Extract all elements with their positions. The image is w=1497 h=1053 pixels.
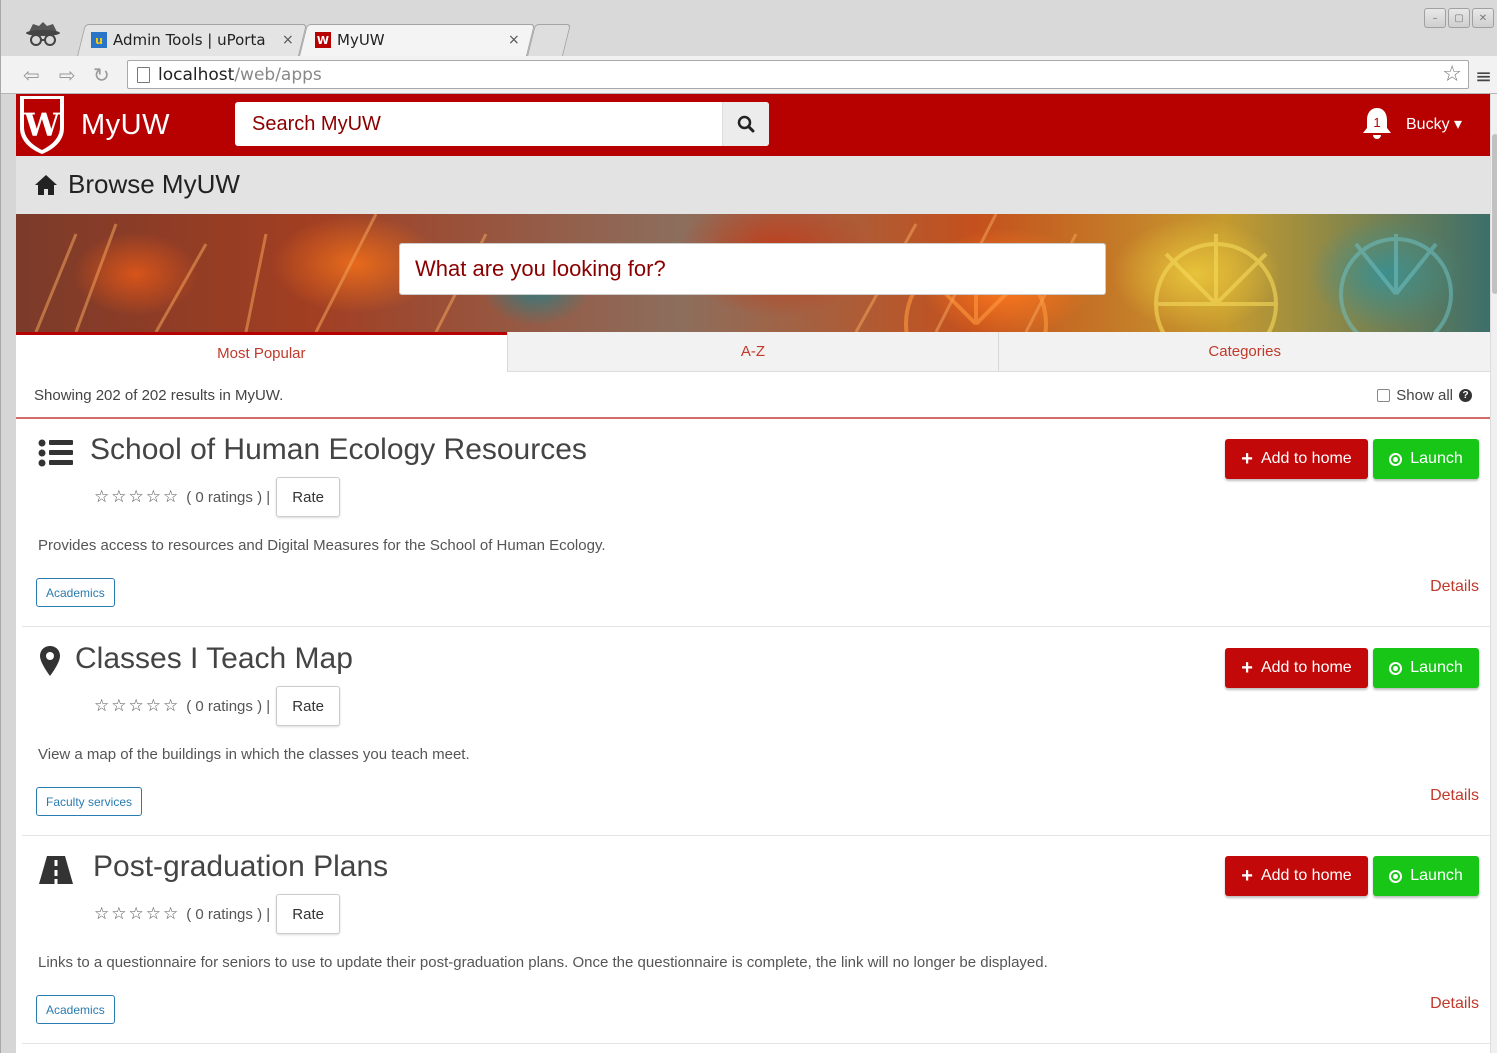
- app-rating: ☆☆☆☆☆ ( 0 ratings ) | Rate: [94, 477, 341, 517]
- browse-tabs: Most Popular A-Z Categories: [16, 332, 1490, 372]
- browser-menu-icon[interactable]: ≡: [1475, 64, 1492, 88]
- home-icon: [35, 175, 57, 195]
- category-tag[interactable]: Faculty services: [36, 787, 143, 816]
- details-link[interactable]: Details: [1430, 578, 1479, 596]
- app-title[interactable]: Post-graduation Plans: [93, 850, 388, 884]
- uportal-favicon: u: [91, 32, 107, 48]
- app-rating: ☆☆☆☆☆ ( 0 ratings ) | Rate: [94, 686, 341, 726]
- close-tab-icon[interactable]: ×: [282, 32, 294, 48]
- app-listing: Post-graduation Plans ☆☆☆☆☆ ( 0 ratings …: [22, 836, 1490, 1044]
- site-header: W MyUW 1 Bucky ▾: [16, 94, 1490, 156]
- page-viewport: W MyUW 1 Bucky ▾: [16, 94, 1490, 1053]
- rating-stars-icon[interactable]: ☆☆☆☆☆: [94, 487, 180, 507]
- search-button[interactable]: [722, 102, 769, 146]
- url-path: /web/apps: [234, 64, 322, 85]
- road-icon: [39, 856, 73, 884]
- add-to-home-button[interactable]: + Add to home: [1225, 648, 1368, 688]
- rate-button[interactable]: Rate: [276, 477, 341, 517]
- header-search: [235, 102, 769, 146]
- list-icon: [38, 439, 73, 467]
- launch-button[interactable]: Launch: [1373, 439, 1479, 479]
- rating-count: ( 0 ratings ) |: [186, 697, 271, 715]
- page-icon: [137, 67, 150, 83]
- hero-banner: [16, 214, 1490, 332]
- plus-icon: +: [1241, 865, 1253, 887]
- app-rating: ☆☆☆☆☆ ( 0 ratings ) | Rate: [94, 894, 341, 934]
- uw-crest-logo[interactable]: W: [16, 94, 68, 156]
- show-all-checkbox[interactable]: [1377, 389, 1391, 402]
- add-to-home-button[interactable]: + Add to home: [1225, 439, 1368, 479]
- details-link[interactable]: Details: [1430, 787, 1479, 805]
- results-bar: Showing 202 of 202 results in MyUW. Show…: [16, 372, 1490, 419]
- map-marker-icon: [40, 646, 60, 676]
- user-menu[interactable]: Bucky ▾: [1406, 114, 1462, 134]
- plus-icon: +: [1241, 657, 1253, 679]
- show-all-label: Show all: [1396, 387, 1453, 404]
- scroll-thumb[interactable]: [1492, 134, 1497, 294]
- tab-most-popular[interactable]: Most Popular: [16, 332, 507, 372]
- brand-name[interactable]: MyUW: [81, 109, 170, 142]
- plus-icon: +: [1241, 448, 1253, 470]
- browser-window: u Admin Tools | uPorta × W MyUW × – ▢ ✕ …: [0, 0, 1497, 1053]
- minimize-icon[interactable]: –: [1424, 8, 1446, 28]
- rating-stars-icon[interactable]: ☆☆☆☆☆: [94, 696, 180, 716]
- back-icon[interactable]: ⇦: [23, 63, 40, 87]
- rating-count: ( 0 ratings ) |: [186, 905, 271, 923]
- notification-count: 1: [1373, 115, 1380, 130]
- rating-count: ( 0 ratings ) |: [186, 488, 271, 506]
- launch-button[interactable]: Launch: [1373, 856, 1479, 896]
- page-titlebar: Browse MyUW: [16, 156, 1490, 214]
- app-description: Links to a questionnaire for seniors to …: [38, 954, 1048, 971]
- url-host: localhost: [158, 64, 235, 85]
- launch-icon: [1389, 869, 1403, 883]
- tab-categories[interactable]: Categories: [998, 332, 1490, 372]
- search-icon: [737, 115, 755, 133]
- launch-icon: [1389, 661, 1403, 675]
- app-description: Provides access to resources and Digital…: [38, 537, 606, 554]
- app-listing: Classes I Teach Map ☆☆☆☆☆ ( 0 ratings ) …: [22, 628, 1490, 836]
- address-bar[interactable]: localhost/web/apps ☆: [127, 60, 1469, 89]
- app-search-input[interactable]: [399, 243, 1106, 295]
- category-tag[interactable]: Academics: [36, 995, 115, 1024]
- page-title: Browse MyUW: [68, 169, 240, 199]
- bookmark-star-icon[interactable]: ☆: [1442, 62, 1462, 87]
- category-tag[interactable]: Academics: [36, 578, 115, 607]
- new-tab-button[interactable]: [527, 24, 571, 56]
- close-window-icon[interactable]: ✕: [1472, 8, 1494, 28]
- app-title[interactable]: School of Human Ecology Resources: [90, 433, 587, 467]
- notification-bell-icon[interactable]: 1: [1361, 106, 1393, 140]
- app-listing: School of Human Ecology Resources ☆☆☆☆☆ …: [22, 419, 1490, 627]
- tab-a-z[interactable]: A-Z: [506, 332, 999, 372]
- help-icon[interactable]: ?: [1459, 389, 1472, 402]
- browser-toolbar: ⇦ ⇨ ↻ localhost/web/apps ☆ ≡: [1, 56, 1497, 94]
- rate-button[interactable]: Rate: [276, 686, 341, 726]
- search-input[interactable]: [235, 102, 722, 146]
- maximize-icon[interactable]: ▢: [1448, 8, 1470, 28]
- launch-button[interactable]: Launch: [1373, 648, 1479, 688]
- show-all-toggle[interactable]: Show all ?: [1377, 387, 1472, 404]
- launch-icon: [1389, 452, 1403, 466]
- add-to-home-button[interactable]: + Add to home: [1225, 856, 1368, 896]
- incognito-icon: [26, 22, 60, 46]
- tab-strip: u Admin Tools | uPorta × W MyUW × – ▢ ✕: [1, 0, 1497, 56]
- app-description: View a map of the buildings in which the…: [38, 746, 470, 763]
- reload-icon[interactable]: ↻: [93, 63, 110, 87]
- close-tab-icon[interactable]: ×: [508, 32, 520, 48]
- tab-title: Admin Tools | uPorta: [113, 31, 266, 49]
- caret-down-icon: ▾: [1454, 116, 1463, 133]
- results-summary: Showing 202 of 202 results in MyUW.: [34, 387, 284, 404]
- rate-button[interactable]: Rate: [276, 894, 341, 934]
- page-scrollbar[interactable]: [1490, 94, 1497, 1053]
- myuw-favicon: W: [315, 32, 331, 48]
- app-title[interactable]: Classes I Teach Map: [75, 642, 353, 676]
- forward-icon[interactable]: ⇨: [59, 63, 76, 87]
- svg-text:W: W: [23, 106, 61, 144]
- details-link[interactable]: Details: [1430, 995, 1479, 1013]
- user-name: Bucky: [1406, 116, 1450, 133]
- rating-stars-icon[interactable]: ☆☆☆☆☆: [94, 904, 180, 924]
- tab-title: MyUW: [337, 31, 385, 49]
